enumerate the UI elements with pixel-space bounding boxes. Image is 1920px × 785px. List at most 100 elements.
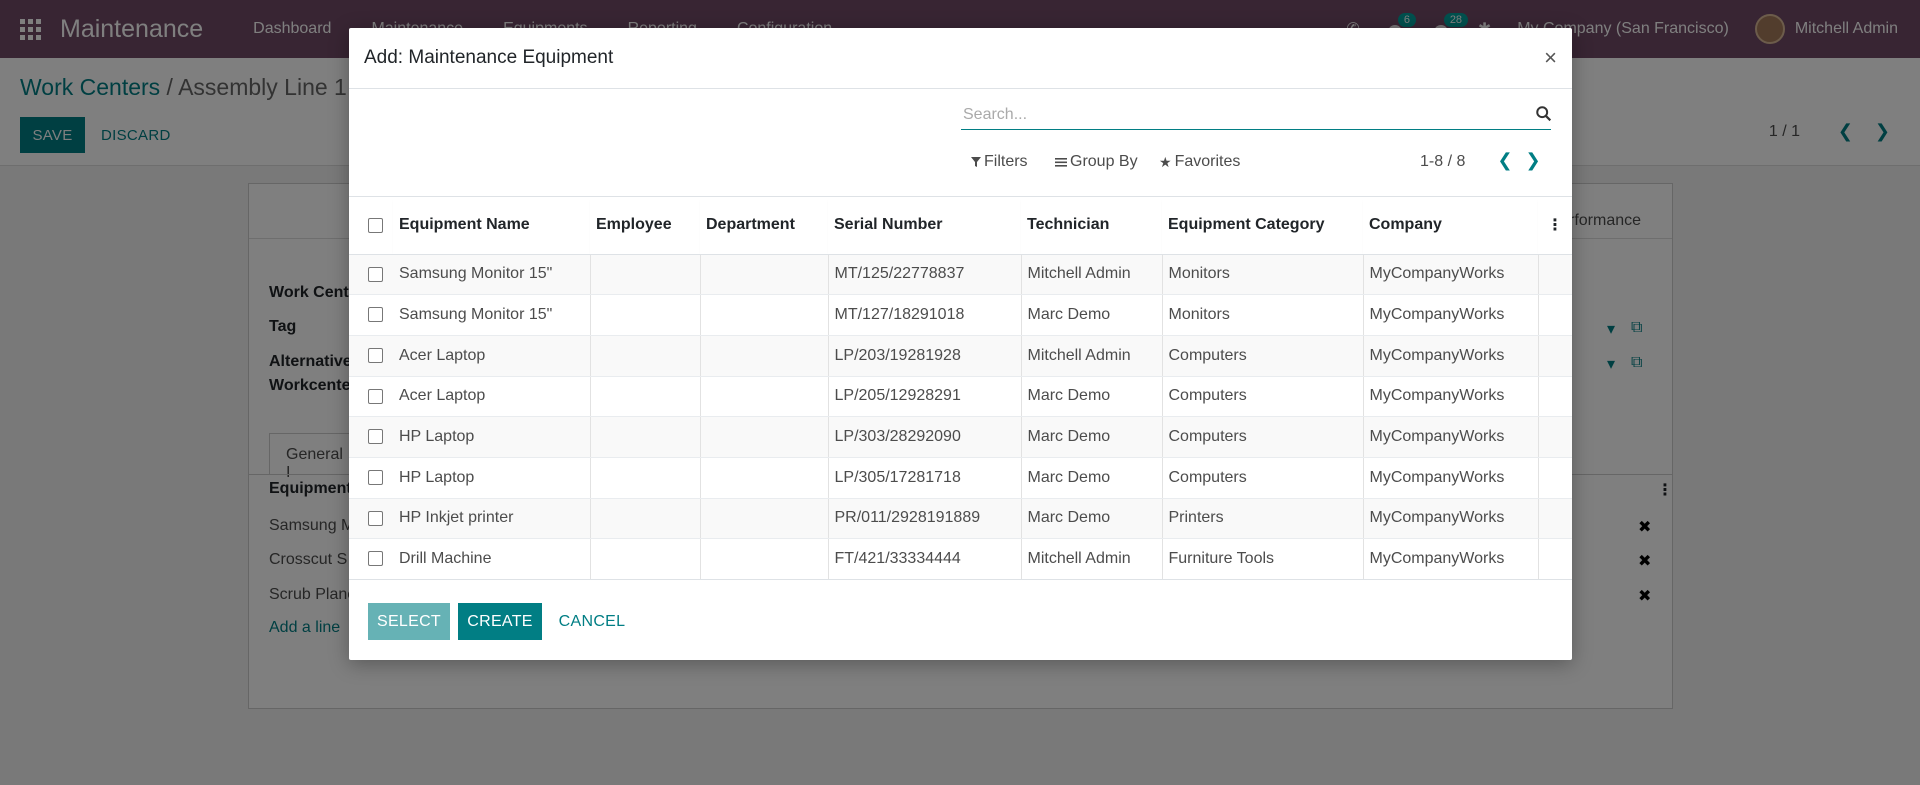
cell-employee [590,457,701,499]
cell-name: HP Laptop [393,416,591,458]
cell-empty [1538,538,1572,580]
cell-department [700,294,829,336]
row-checkbox[interactable] [349,294,393,336]
cell-name: Samsung Monitor 15" [393,294,591,336]
cell-employee [590,294,701,336]
table-row[interactable]: HP Inkjet printer PR/011/2928191889 Marc… [349,498,1572,540]
create-button[interactable]: CREATE [458,603,542,640]
cell-employee [590,376,701,418]
cell-company: MyCompanyWorks [1363,457,1539,499]
search-input[interactable] [961,100,1551,130]
col-company[interactable]: Company [1363,197,1538,255]
cell-department [700,335,829,377]
cancel-button[interactable]: CANCEL [552,603,632,640]
add-equipment-dialog: Add: Maintenance Equipment × Filters Gro… [349,28,1572,660]
row-checkbox[interactable] [349,457,393,499]
pager-next-icon[interactable]: ❯ [1519,150,1547,171]
row-checkbox[interactable] [349,254,393,296]
cell-department [700,457,829,499]
group-by-label: Group By [1070,153,1138,170]
col-equipment-category[interactable]: Equipment Category [1162,197,1363,255]
cell-serial: LP/205/12928291 [828,376,1022,418]
cell-technician: Mitchell Admin [1021,254,1163,296]
bars-icon [1055,158,1067,167]
list-pager[interactable]: 1-8 / 8 [1420,153,1465,171]
cell-technician: Marc Demo [1021,457,1163,499]
col-department[interactable]: Department [700,197,828,255]
table-row[interactable]: HP Laptop LP/303/28292090 Marc Demo Comp… [349,416,1572,458]
row-checkbox[interactable] [349,416,393,458]
table-row[interactable]: Samsung Monitor 15" MT/127/18291018 Marc… [349,294,1572,336]
cell-name: Drill Machine [393,538,591,580]
table-row[interactable]: Acer Laptop LP/203/19281928 Mitchell Adm… [349,335,1572,377]
cell-company: MyCompanyWorks [1363,254,1539,296]
cell-category: Computers [1162,335,1364,377]
cell-category: Furniture Tools [1162,538,1364,580]
cell-technician: Mitchell Admin [1021,335,1163,377]
cell-category: Monitors [1162,294,1364,336]
col-technician[interactable]: Technician [1021,197,1162,255]
favorites-button[interactable]: ★ Favorites [1159,153,1240,171]
row-checkbox[interactable] [349,335,393,377]
cell-category: Computers [1162,457,1364,499]
cell-employee [590,538,701,580]
cell-employee [590,498,701,540]
cell-company: MyCompanyWorks [1363,294,1539,336]
filters-button[interactable]: Filters [971,153,1028,171]
cell-name: HP Inkjet printer [393,498,591,540]
cell-department [700,376,829,418]
table-row[interactable]: Samsung Monitor 15" MT/125/22778837 Mitc… [349,254,1572,296]
cell-name: Acer Laptop [393,376,591,418]
cell-name: Acer Laptop [393,335,591,377]
cell-category: Monitors [1162,254,1364,296]
pager-prev-icon[interactable]: ❮ [1491,150,1519,171]
cell-department [700,254,829,296]
table-row[interactable]: Acer Laptop LP/205/12928291 Marc Demo Co… [349,376,1572,418]
group-by-button[interactable]: Group By [1055,153,1138,171]
cell-employee [590,335,701,377]
cell-technician: Marc Demo [1021,498,1163,540]
col-serial-number[interactable]: Serial Number [828,197,1021,255]
cell-department [700,538,829,580]
cell-empty [1538,294,1572,336]
row-checkbox[interactable] [349,376,393,418]
cell-serial: LP/303/28292090 [828,416,1022,458]
cell-name: Samsung Monitor 15" [393,254,591,296]
col-employee[interactable]: Employee [590,197,700,255]
cell-technician: Mitchell Admin [1021,538,1163,580]
cell-department [700,416,829,458]
favorites-label: Favorites [1174,153,1241,170]
search-icon[interactable] [1535,105,1553,123]
cell-technician: Marc Demo [1021,376,1163,418]
cell-serial: MT/127/18291018 [828,294,1022,336]
cell-category: Printers [1162,498,1364,540]
optional-columns-icon[interactable]: ⋮ [1538,197,1572,255]
table-row[interactable]: HP Laptop LP/305/17281718 Marc Demo Comp… [349,457,1572,499]
row-checkbox[interactable] [349,538,393,580]
cell-empty [1538,254,1572,296]
row-checkbox[interactable] [349,498,393,540]
equipment-table: Equipment Name Employee Department Seria… [349,197,1572,580]
select-all-checkbox[interactable] [349,197,393,255]
cell-employee [590,254,701,296]
cell-category: Computers [1162,376,1364,418]
funnel-icon [971,157,981,167]
cell-technician: Marc Demo [1021,416,1163,458]
cell-serial: PR/011/2928191889 [828,498,1022,540]
col-equipment-name[interactable]: Equipment Name [393,197,590,255]
cell-department [700,498,829,540]
search-panel: Filters Group By ★ Favorites 1-8 / 8 ❮ ❯ [349,28,1572,197]
cell-company: MyCompanyWorks [1363,416,1539,458]
modal-footer: SELECT CREATE CANCEL [349,579,1572,660]
cell-serial: LP/305/17281718 [828,457,1022,499]
cell-empty [1538,498,1572,540]
cell-serial: FT/421/33334444 [828,538,1022,580]
select-button[interactable]: SELECT [368,603,450,640]
cell-empty [1538,457,1572,499]
cell-empty [1538,416,1572,458]
cell-company: MyCompanyWorks [1363,376,1539,418]
table-row[interactable]: Drill Machine FT/421/33334444 Mitchell A… [349,538,1572,580]
cell-name: HP Laptop [393,457,591,499]
cell-company: MyCompanyWorks [1363,538,1539,580]
filters-label: Filters [984,153,1028,170]
